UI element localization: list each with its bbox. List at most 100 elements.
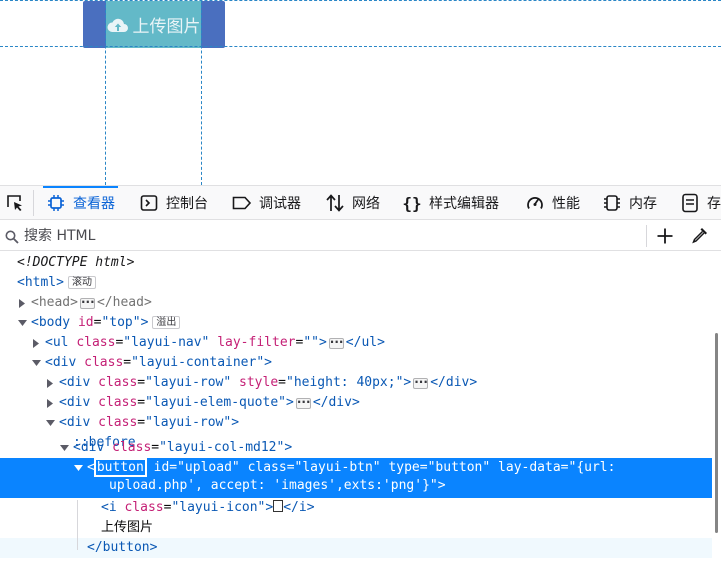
element-picker-button[interactable] <box>5 186 25 220</box>
doctype-node: <!DOCTYPE html> <box>17 255 135 270</box>
tree-row-head[interactable]: <head> ··· </head> <box>0 293 712 313</box>
tab-memory[interactable]: 内存 <box>602 186 657 220</box>
tree-row-container[interactable]: <div class="layui-container"> <box>0 353 712 373</box>
overflow-badge[interactable]: 溢出 <box>152 316 181 329</box>
tree-row-ul[interactable]: <ul class="layui-nav" lay-filter=""> ··· <… <box>0 333 712 353</box>
search-bar <box>0 221 721 251</box>
row1-class-value: "layui-row" <box>145 375 232 390</box>
tree-row-col[interactable]: <div class="layui-col-md12"> <box>0 438 712 458</box>
tree-row-button-selected[interactable]: < button id="upload" class="layui-btn" ty… <box>0 458 712 498</box>
row2-node: <div class="layui-row"> <box>59 415 240 430</box>
tab-debugger[interactable]: 调试器 <box>232 186 301 220</box>
i-tag: i <box>108 500 117 515</box>
cloud-upload-icon <box>106 16 129 34</box>
indent-guide <box>77 500 78 550</box>
ul-filter-value: "" <box>303 335 319 350</box>
toolbar-separator <box>33 190 34 216</box>
tab-debugger-label: 调试器 <box>259 196 301 212</box>
tree-row-body[interactable]: <body id="top"> 溢出 <box>0 313 712 333</box>
tab-storage[interactable]: 存 <box>680 186 721 220</box>
container-class-value: "layui-container" <box>131 355 265 370</box>
tree-row-row2[interactable]: <div class="layui-row"> <box>0 413 712 433</box>
console-icon <box>139 193 159 213</box>
tree-row-doctype[interactable]: <!DOCTYPE html> <box>0 253 712 273</box>
scroll-badge[interactable]: 滚动 <box>67 276 96 289</box>
button-type-attr: type <box>388 460 420 475</box>
button-laydata-attr: lay-data <box>498 460 561 475</box>
collapsed-content-icon[interactable]: ··· <box>413 376 429 389</box>
tab-inspector-label: 查看器 <box>73 196 115 212</box>
search-separator <box>646 225 647 247</box>
style-editor-icon: {} <box>402 193 422 213</box>
devtools-toolbar: 查看器 控制台 调试器 网络 {} 样式编辑器 性能 内存 存 <box>0 186 721 220</box>
network-icon <box>325 193 345 213</box>
performance-icon <box>525 193 545 213</box>
ul-tag: ul <box>52 335 69 350</box>
i-close-tag: i <box>298 500 307 515</box>
tree-row-row1[interactable]: <div class="layui-row" style="height: 40… <box>0 373 712 393</box>
quote-class-value: "layui-elem-quote" <box>145 395 286 410</box>
body-id-value: "top" <box>101 315 141 330</box>
eyedropper-icon[interactable] <box>691 226 709 248</box>
tree-row-i[interactable]: <i class="layui-icon"> </i> <box>0 498 712 518</box>
collapsed-content-icon[interactable]: ··· <box>328 336 344 349</box>
collapsed-content-icon[interactable]: ··· <box>79 296 95 309</box>
i-class-value: "layui-icon" <box>171 500 266 515</box>
row2-class-attr: class <box>98 415 138 430</box>
tab-console[interactable]: 控制台 <box>139 186 208 220</box>
button-tag: button <box>93 458 147 477</box>
unknown-glyph-icon <box>273 500 284 512</box>
collapsed-content-icon[interactable]: ··· <box>295 396 311 409</box>
expand-quote-icon[interactable] <box>45 393 55 413</box>
quote-tag: div <box>66 395 91 410</box>
ul-class-value: "layui-nav" <box>123 335 210 350</box>
collapse-row2-icon[interactable] <box>45 413 55 433</box>
ul-filter-attr: lay-filter <box>217 335 296 350</box>
inspector-icon <box>46 193 66 213</box>
collapse-col-icon[interactable] <box>59 438 69 458</box>
button-type-value: "button" <box>427 460 491 475</box>
collapse-body-icon[interactable] <box>17 313 27 333</box>
tab-network-label: 网络 <box>352 196 380 212</box>
ul-class-attr: class <box>76 335 116 350</box>
body-id-attr: id <box>77 315 94 330</box>
tree-row-button-close[interactable]: </button> <box>0 538 712 558</box>
button-laydata-value-2: upload.php', accept: 'images',exts:'png'… <box>109 478 438 493</box>
tab-network[interactable]: 网络 <box>325 186 380 220</box>
button-id-value: "upload" <box>177 460 240 475</box>
quote-class-attr: class <box>98 395 138 410</box>
tree-row-quote[interactable]: <div class="layui-elem-quote"> ··· </div> <box>0 393 712 413</box>
tab-console-label: 控制台 <box>166 196 208 212</box>
i-node: <i class="layui-icon"> </i> <box>101 500 315 515</box>
expand-ul-icon[interactable] <box>31 333 41 353</box>
expand-head-icon[interactable] <box>17 293 27 313</box>
tab-style-editor[interactable]: {} 样式编辑器 <box>402 186 499 220</box>
search-html-input[interactable] <box>24 226 634 246</box>
button-class-value: "layui-btn" <box>294 460 381 475</box>
quote-close-tag: div <box>328 395 352 410</box>
button-class-attr: class <box>247 460 287 475</box>
element-picker-icon <box>5 193 25 213</box>
tab-performance[interactable]: 性能 <box>525 186 580 220</box>
quote-node: <div class="layui-elem-quote"> ··· </div> <box>59 395 360 410</box>
upload-button-content[interactable]: 上传图片 <box>106 1 201 48</box>
tab-inspector[interactable]: 查看器 <box>43 186 118 220</box>
add-node-icon[interactable] <box>656 227 674 249</box>
ul-close-tag: ul <box>361 335 378 350</box>
expand-row1-icon[interactable] <box>45 373 55 393</box>
tree-row-html[interactable]: <html> 滚动 <box>0 273 712 293</box>
tree-scrollbar[interactable] <box>715 333 718 533</box>
row2-class-value: "layui-row" <box>145 415 232 430</box>
button-node-wrap: upload.php', accept: 'images',exts:'png'… <box>109 478 446 493</box>
i-class-attr: class <box>124 500 164 515</box>
collapse-container-icon[interactable] <box>31 353 41 373</box>
button-close-node: </button> <box>87 540 158 555</box>
row1-style-attr: style <box>239 375 279 390</box>
collapse-button-icon[interactable] <box>73 458 83 478</box>
row2-tag: div <box>66 415 91 430</box>
body-tag: body <box>38 315 71 330</box>
row1-style-value: "height: 40px;" <box>286 375 404 390</box>
devtools-panel: 查看器 控制台 调试器 网络 {} 样式编辑器 性能 内存 存 搜索 HTML … <box>0 185 721 569</box>
tree-row-text[interactable]: 上传图片 <box>0 518 712 538</box>
highlight-guide-top <box>0 0 721 1</box>
